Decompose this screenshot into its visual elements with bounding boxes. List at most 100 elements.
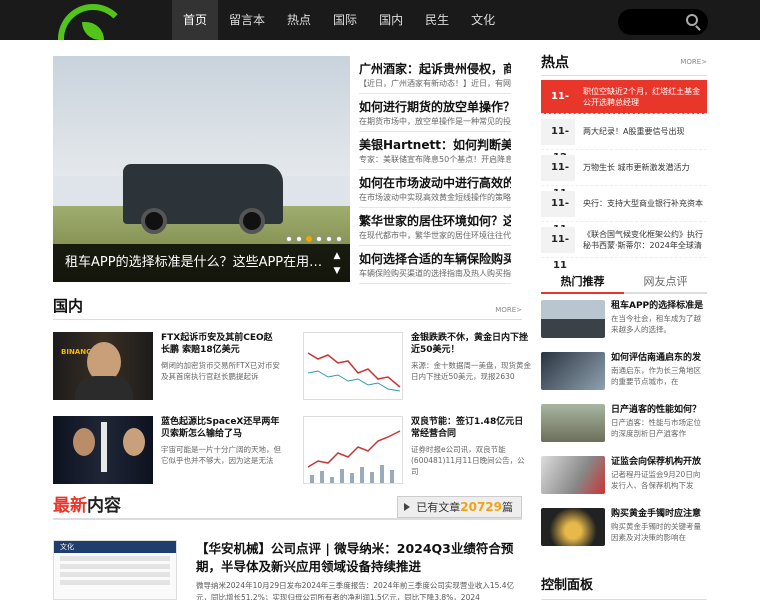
recommend-title[interactable]: 证监会向保荐机构开放 (611, 456, 707, 469)
headline-list: 广州酒家：起诉贵州侵权，商标 【近日，广州酒家有新动态！】近日，有网友 如何进行期… (359, 56, 511, 284)
slider-dot[interactable] (336, 236, 342, 242)
tab-user-comments[interactable]: 网友点评 (624, 272, 707, 292)
headline-desc: 车辆保险购买渠道的选择指南及热人购买指导 (359, 269, 511, 278)
hot-item-text[interactable]: 两大纪录！A股重要信号出现 (583, 126, 684, 137)
car-wheel-front (141, 208, 167, 234)
hot-item[interactable]: 11-11 万物生长 城市更新激发潜活力 (541, 150, 707, 199)
slider-caption[interactable]: 租车APP的选择标准是什么？这些APP在用… (53, 244, 350, 282)
headline-title[interactable]: 如何在市场波动中进行高效的黄 (359, 174, 511, 192)
news-title[interactable]: 金银跌跌不休，黄金日内下挫近50美元！ (411, 332, 531, 356)
news-desc: 来源：金十数据周一美盘，现货黄金日内下挫近50美元，现报2630 (411, 361, 531, 381)
headline-title[interactable]: 广州酒家：起诉贵州侵权，商标 (359, 60, 511, 78)
thumb-line (60, 556, 170, 561)
news-title[interactable]: 蓝色起源比SpaceX还早两年 贝索斯怎么输给了马 (161, 416, 281, 440)
article-thumb[interactable]: 文化 (53, 540, 177, 600)
nav-item-guestbook[interactable]: 留言本 (218, 0, 276, 40)
slider-dot[interactable] (296, 236, 302, 242)
hot-item-date: 11-12 (541, 118, 575, 163)
recommend-desc: 在当今社会，租车成为了越来越多人的选择。 (611, 314, 701, 334)
search-icon[interactable] (686, 14, 698, 26)
news-card[interactable]: 蓝色起源比SpaceX还早两年 贝索斯怎么输给了马 宇宙可能是一片十分广阔的天地，… (53, 416, 283, 488)
latest-article[interactable]: 文化 【华安机械】公司点评 | 微导纳米：2024Q3业绩符合预期，半导体及新兴… (53, 540, 522, 600)
hot-more-link[interactable]: MORE> (680, 58, 707, 66)
tab-hot-recommend[interactable]: 热门推荐 (541, 272, 624, 294)
headline-item[interactable]: 如何选择合适的车辆保险购买渠 车辆保险购买渠道的选择指南及热人购买指导 (359, 246, 511, 284)
hot-item-text[interactable]: 《联合国气候变化框架公约》执行秘书西蒙·斯蒂尔：2024年全球清洁能 (583, 229, 707, 251)
headline-title[interactable]: 繁华世家的居住环境如何？这样 (359, 212, 511, 230)
nav-item-hot[interactable]: 热点 (276, 0, 322, 40)
hot-item-date: 11-11 (541, 154, 575, 199)
nav-item-culture[interactable]: 文化 (460, 0, 506, 40)
top-navigation-bar: 首页 留言本 热点 国际 国内 民生 文化 (0, 0, 760, 40)
headline-item[interactable]: 如何进行期货的放空单操作？这 在期货市场中，放空单操作是一种常见的投资 (359, 94, 511, 132)
news-title[interactable]: 双良节能：签订1.48亿元日常经营合同 (411, 416, 531, 440)
recommend-title[interactable]: 日产逍客的性能如何？ (611, 404, 707, 417)
arrow-up-icon[interactable]: ▲ (330, 250, 344, 263)
news-thumb[interactable] (53, 416, 153, 484)
site-logo[interactable] (58, 4, 138, 40)
news-thumb[interactable] (303, 416, 403, 484)
hot-panel-header: 热点 MORE> (541, 50, 707, 76)
article-desc: 微导纳米2024年10月29日发布2024年三季度报告：2024年前三季度公司实… (196, 581, 515, 600)
domestic-more-link[interactable]: MORE> (495, 306, 522, 314)
news-card[interactable]: 金银跌跌不休，黄金日内下挫近50美元！ 来源：金十数据周一美盘，现货黄金日内下挫近… (303, 332, 533, 404)
headline-title[interactable]: 如何进行期货的放空单操作？这 (359, 98, 511, 116)
nav-item-livelihood[interactable]: 民生 (414, 0, 460, 40)
arrow-down-icon[interactable]: ▼ (330, 265, 344, 278)
hot-item[interactable]: 11-11 央行：支持大型商业银行补充资本 (541, 186, 707, 235)
slider-dot[interactable] (316, 236, 322, 242)
hot-item-text[interactable]: 央行：支持大型商业银行补充资本 (583, 198, 703, 209)
slider-dot[interactable] (326, 236, 332, 242)
headline-title[interactable]: 如何选择合适的车辆保险购买渠 (359, 250, 511, 268)
hot-item-text[interactable]: 万物生长 城市更新激发潜活力 (583, 162, 690, 173)
headline-desc: 在期货市场中，放空单操作是一种常见的投资 (359, 117, 511, 126)
featured-slider[interactable]: 租车APP的选择标准是什么？这些APP在用… ▲ ▼ (53, 56, 350, 282)
news-title[interactable]: FTX起诉币安及其前CEO赵长鹏 索赔18亿美元 (161, 332, 281, 356)
recommend-thumb[interactable] (541, 300, 605, 338)
hot-item-date: 11-12 (550, 90, 570, 128)
nav-item-domestic[interactable]: 国内 (368, 0, 414, 40)
recommend-item[interactable]: 证监会向保荐机构开放 记者程丹证监会9月20日向发行人、各保荐机构下发 (541, 456, 707, 506)
headline-item[interactable]: 繁华世家的居住环境如何？这样 在现代都市中，繁华世家的居住环境往往代表 (359, 208, 511, 246)
car-wheel-rear (239, 208, 265, 234)
news-desc: 倒闭的加密货币交易所FTX已对币安及其首席执行官赵长鹏提起诉 (161, 361, 280, 381)
hot-item-text[interactable]: 职位空缺近2个月，红塔红土基金公开选聘总经理 (583, 86, 707, 108)
hot-item[interactable]: 11-11 《联合国气候变化框架公约》执行秘书西蒙·斯蒂尔：2024年全球清洁能 (541, 222, 707, 271)
recommend-item[interactable]: 如何评估南通启东的发 南通启东，作为长三角地区的重要节点城市，在 (541, 352, 707, 402)
recommend-thumb[interactable] (541, 456, 605, 494)
slider-dot-active[interactable] (306, 236, 312, 242)
headline-item[interactable]: 美银Hartnett：如何判断美联储专家：美联储宣布降息50个基点！开启降息周 (359, 132, 511, 170)
nav-item-international[interactable]: 国际 (322, 0, 368, 40)
recommend-thumb[interactable] (541, 404, 605, 442)
search-box[interactable] (618, 9, 708, 35)
recommend-item[interactable]: 日产逍客的性能如何？ 日产逍客：性能与市场定位的深度剖析日产逍客作 (541, 404, 707, 454)
hot-item[interactable]: 11-12 两大纪录！A股重要信号出现 (541, 114, 707, 163)
stock-chart-thumb (307, 352, 401, 392)
news-thumb[interactable]: BINANCE (53, 332, 153, 400)
slider-dots (286, 236, 342, 242)
news-card[interactable]: 双良节能：签订1.48亿元日常经营合同 证券时报e公司讯，双良节能(600481)… (303, 416, 533, 488)
slider-dot[interactable] (286, 236, 292, 242)
headline-item[interactable]: 如何在市场波动中进行高效的黄 在市场波动中实现高效黄金短线操作的策略与 (359, 170, 511, 208)
headline-item[interactable]: 广州酒家：起诉贵州侵权，商标 【近日，广州酒家有新动态！】近日，有网友 (359, 56, 511, 94)
latest-title-highlight: 最新 (53, 496, 87, 516)
article-title[interactable]: 【华安机械】公司点评 | 微导纳米：2024Q3业绩符合预期，半导体及新兴应用领… (196, 540, 526, 576)
nav-item-home[interactable]: 首页 (172, 0, 219, 40)
slider-arrows: ▲ ▼ (330, 250, 344, 278)
main-nav: 首页 留言本 热点 国际 国内 民生 文化 (172, 0, 506, 40)
hot-item[interactable]: 11-12 职位空缺近2个月，红塔红土基金公开选聘总经理 (541, 80, 707, 128)
recommend-title[interactable]: 购买黄金手镯时应注意 (611, 508, 707, 521)
news-card[interactable]: BINANCE FTX起诉币安及其前CEO赵长鹏 索赔18亿美元倒闭的加密货币交… (53, 332, 283, 404)
recommend-title[interactable]: 租车APP的选择标准是 (611, 300, 707, 313)
recommend-item[interactable]: 租车APP的选择标准是 在当今社会，租车成为了越来越多人的选择。 (541, 300, 707, 350)
person-face-right (123, 428, 145, 456)
recommend-desc: 南通启东，作为长三角地区的重要节点城市，在 (611, 366, 701, 386)
slide-image-sky (53, 56, 350, 176)
recommend-thumb[interactable] (541, 508, 605, 546)
recommend-title[interactable]: 如何评估南通启东的发 (611, 352, 707, 365)
recommend-item[interactable]: 购买黄金手镯时应注意 购买黄金手镯时的关键考量因素及对决策的影响在 (541, 508, 707, 558)
news-thumb[interactable] (303, 332, 403, 400)
recommend-thumb[interactable] (541, 352, 605, 390)
thumb-line (60, 564, 170, 569)
headline-title[interactable]: 美银Hartnett：如何判断美联储 (359, 136, 511, 154)
